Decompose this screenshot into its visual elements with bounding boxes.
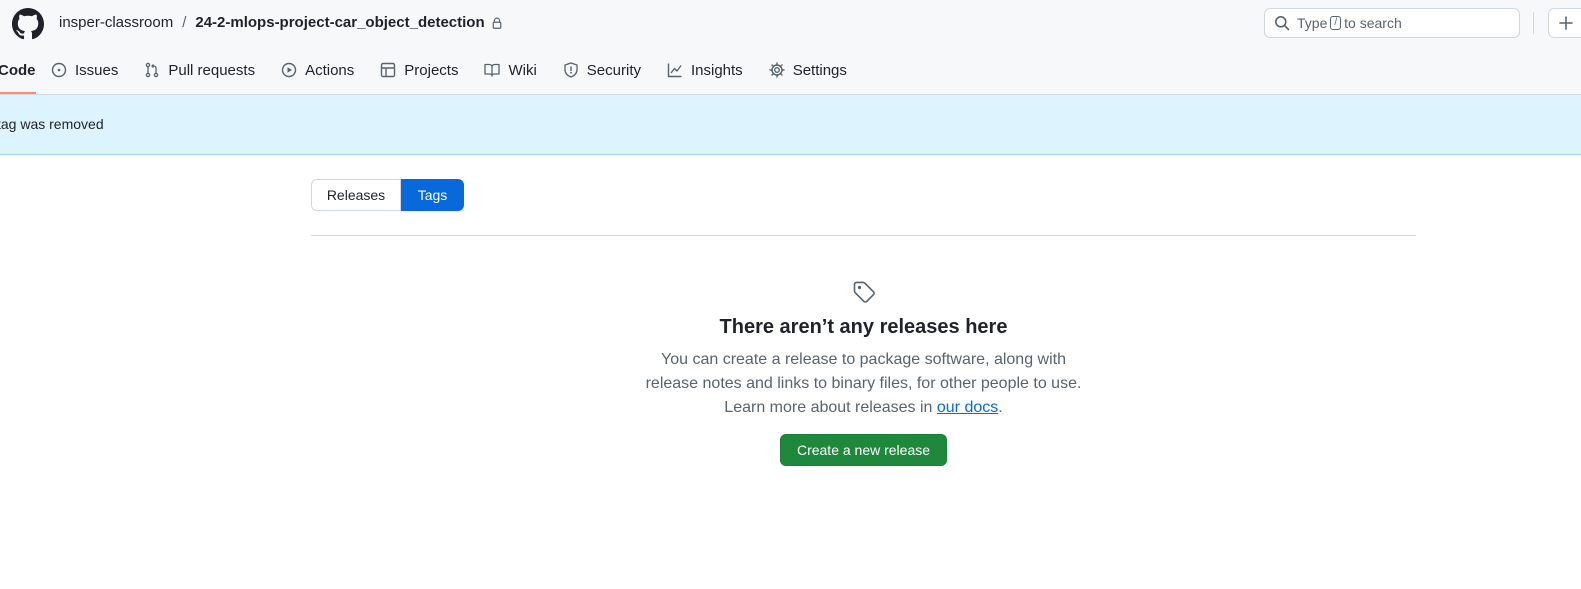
blankslate-line-3-prefix: Learn more about releases in: [724, 399, 933, 416]
blankslate-title: There aren’t any releases here: [719, 316, 1008, 338]
tab-label: Security: [586, 61, 641, 79]
search-shortcut-key: /: [1330, 16, 1342, 30]
blankslate-line-3-suffix: .: [998, 399, 1003, 416]
repo-nav: Code Issues Pull requests Actions Projec…: [0, 52, 847, 94]
table-icon: [381, 62, 396, 78]
docs-link[interactable]: our docs: [937, 399, 998, 416]
tab-code[interactable]: Code: [0, 52, 36, 94]
search-placeholder-prefix: Type: [1297, 15, 1328, 31]
git-pull-request-icon: [146, 62, 159, 78]
tab-pull-requests[interactable]: Pull requests: [144, 52, 255, 88]
blankslate-line-1: You can create a release to package soft…: [661, 351, 1066, 368]
search-input[interactable]: Type / to search: [1264, 8, 1520, 38]
flash-notice: tag was removed: [0, 95, 1581, 155]
lock-icon: [491, 17, 503, 29]
book-icon: [484, 63, 501, 77]
tab-wiki[interactable]: Wiki: [484, 52, 537, 88]
tab-label: Wiki: [508, 61, 537, 79]
search-placeholder-suffix: to search: [1344, 15, 1402, 31]
flash-message: tag was removed: [0, 116, 104, 132]
tab-settings[interactable]: Settings: [768, 52, 847, 88]
tab-issues[interactable]: Issues: [51, 52, 118, 88]
repo-link[interactable]: 24-2-mlops-project-car_object_detection: [195, 13, 484, 33]
tab-label: Pull requests: [168, 61, 256, 79]
tab-label: Settings: [792, 61, 847, 79]
play-icon: [281, 62, 297, 78]
tab-label: Insights: [690, 61, 743, 79]
tag-icon: [853, 281, 875, 303]
gear-icon: [768, 62, 785, 78]
tab-insights[interactable]: Insights: [667, 52, 743, 88]
issue-opened-icon: [51, 62, 67, 78]
create-release-button[interactable]: Create a new release: [779, 434, 948, 466]
tab-actions[interactable]: Actions: [281, 52, 354, 88]
tab-label: Issues: [75, 61, 119, 79]
owner-link[interactable]: insper-classroom: [59, 13, 173, 33]
repo-header: insper-classroom / 24-2-mlops-project-ca…: [0, 0, 1581, 95]
tab-label: Code: [0, 61, 36, 79]
plus-icon: [1559, 16, 1573, 30]
blankslate-line-2: release notes and links to binary files,…: [645, 375, 1082, 392]
tab-label: Actions: [305, 61, 355, 79]
blankslate: There aren’t any releases here You can c…: [311, 280, 1416, 466]
tab-label: Projects: [404, 61, 459, 79]
tags-toggle-button[interactable]: Tags: [401, 179, 464, 211]
breadcrumb-separator: /: [182, 14, 187, 31]
blankslate-description: You can create a release to package soft…: [624, 348, 1104, 420]
create-new-button[interactable]: [1548, 8, 1581, 38]
section-divider: [311, 235, 1416, 236]
search-icon: [1275, 16, 1290, 31]
tab-projects[interactable]: Projects: [380, 52, 458, 88]
releases-tags-toggle: Releases Tags: [311, 179, 464, 211]
graph-icon: [667, 63, 682, 78]
github-logo-icon[interactable]: [12, 8, 44, 40]
shield-icon: [564, 62, 578, 78]
breadcrumb: insper-classroom / 24-2-mlops-project-ca…: [59, 13, 503, 33]
tab-security[interactable]: Security: [563, 52, 641, 88]
header-divider: [1533, 12, 1534, 34]
releases-toggle-button[interactable]: Releases: [311, 179, 401, 211]
